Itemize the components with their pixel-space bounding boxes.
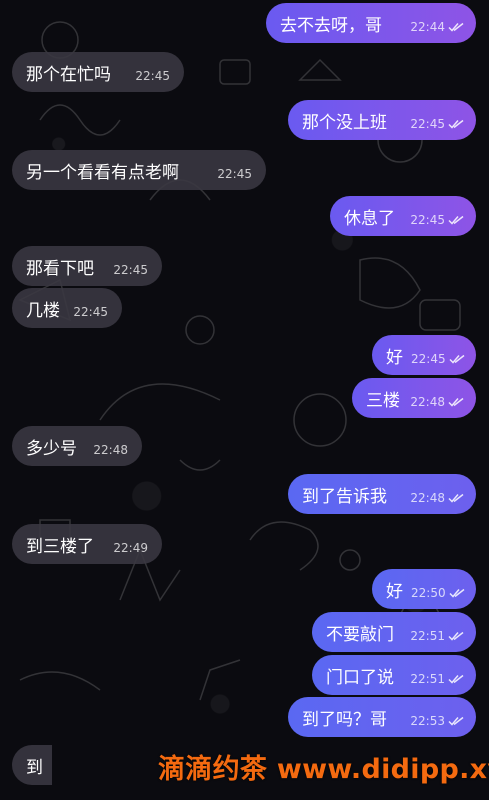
double-check-icon [449,588,465,598]
message-bubble-outgoing[interactable]: 到了告诉我 22:48 [288,474,476,514]
double-check-icon [448,631,464,641]
message-text: 休息了 [344,208,395,229]
double-check-icon [448,716,464,726]
message-bubble-incoming[interactable]: 几楼 22:45 [12,288,122,328]
message-bubble-outgoing[interactable]: 休息了 22:45 [330,196,476,236]
message-time: 22:45 [410,213,445,227]
message-bubble-outgoing[interactable]: 好 22:50 [372,569,476,609]
message-time: 22:51 [410,672,445,686]
double-check-icon [448,674,464,684]
message-text: 那个在忙吗 [26,64,111,85]
message-time: 22:45 [410,117,445,131]
message-bubble-incoming[interactable]: 那看下吧 22:45 [12,246,162,286]
message-text: 三楼 [366,390,400,411]
message-bubble-outgoing[interactable]: 到了吗？哥 22:53 [288,697,476,737]
message-bubble-outgoing[interactable]: 去不去呀，哥 22:44 [266,3,476,43]
message-text: 几楼 [26,300,60,321]
message-time: 22:45 [113,263,148,277]
message-text: 到了告诉我 [302,486,387,507]
message-text: 不要敲门 [326,624,394,645]
message-bubble-incoming[interactable]: 多少号 22:48 [12,426,142,466]
double-check-icon [448,493,464,503]
double-check-icon [448,215,464,225]
message-text: 那看下吧 [26,258,94,279]
message-text: 另一个看看有点老啊 [26,162,179,183]
message-time: 22:44 [410,20,445,34]
message-bubble-incoming[interactable]: 到三楼了 22:49 [12,524,162,564]
message-text: 到三楼了 [26,536,94,557]
message-time: 22:45 [411,352,446,366]
message-time: 22:45 [73,305,108,319]
message-bubble-outgoing[interactable]: 好 22:45 [372,335,476,375]
message-text: 好 [386,347,403,368]
double-check-icon [448,119,464,129]
message-time: 22:48 [410,395,445,409]
message-bubble-outgoing[interactable]: 三楼 22:48 [352,378,476,418]
message-time: 22:49 [113,541,148,555]
double-check-icon [449,354,465,364]
message-bubble-incoming-partial[interactable]: 到 [12,745,52,785]
message-bubble-incoming[interactable]: 另一个看看有点老啊 22:45 [12,150,266,190]
message-text: 门口了说 [326,667,394,688]
message-time: 22:45 [217,167,252,181]
message-time: 22:51 [410,629,445,643]
message-text: 多少号 [26,438,77,459]
message-time: 22:50 [411,586,446,600]
watermark-text: 滴滴约茶 www.didipp.xyz [158,754,489,785]
message-time: 22:48 [410,491,445,505]
message-text: 好 [386,581,403,602]
message-text: 到了吗？哥 [302,709,387,730]
message-bubble-outgoing[interactable]: 不要敲门 22:51 [312,612,476,652]
double-check-icon [448,397,464,407]
message-time: 22:53 [410,714,445,728]
message-text: 去不去呀，哥 [280,15,382,36]
message-time: 22:48 [93,443,128,457]
message-bubble-outgoing[interactable]: 门口了说 22:51 [312,655,476,695]
message-bubble-incoming[interactable]: 那个在忙吗 22:45 [12,52,184,92]
message-bubble-outgoing[interactable]: 那个没上班 22:45 [288,100,476,140]
double-check-icon [448,22,464,32]
message-text: 那个没上班 [302,112,387,133]
message-text: 到 [26,757,43,778]
chat-window: 去不去呀，哥 22:44 那个在忙吗 22:45 那个没上班 22:45 另一个看看有点老啊… [0,0,489,800]
message-time: 22:45 [135,69,170,83]
